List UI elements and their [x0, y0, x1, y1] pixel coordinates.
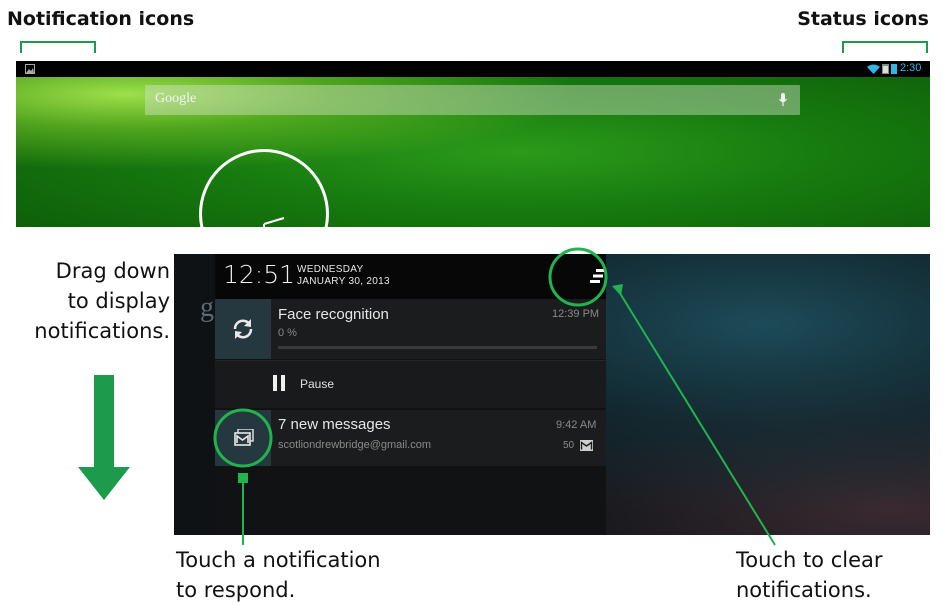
notification-callout-marker: [238, 473, 248, 483]
clear-callout-line: [617, 289, 776, 546]
notification-callout-ring: [213, 408, 273, 468]
touch-notification-caption: Touch a notification to respond.: [176, 545, 381, 605]
touch-clear-caption: Touch to clear notifications.: [736, 545, 883, 605]
touch-notification-line-1: Touch a notification: [176, 548, 381, 572]
touch-notification-line-2: to respond.: [176, 578, 296, 602]
clear-callout-ring: [548, 247, 608, 307]
touch-clear-line-2: notifications.: [736, 578, 872, 602]
callout-overlay: [213, 247, 776, 546]
touch-clear-line-1: Touch to clear: [736, 548, 883, 572]
